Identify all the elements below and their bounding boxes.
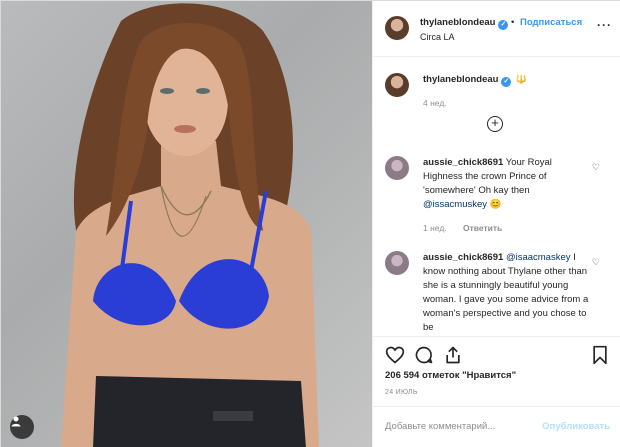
photo-illustration — [61, 3, 319, 447]
comment-1-time[interactable]: 1 нед. — [423, 223, 447, 233]
more-icon[interactable]: ··· — [597, 18, 612, 32]
comment-2-username[interactable]: aussie_chick8691 — [423, 252, 503, 263]
comment-input[interactable]: Добавьте комментарий... — [385, 421, 495, 432]
follow-button[interactable]: Подписаться — [520, 17, 582, 28]
caption-avatar[interactable] — [385, 73, 409, 97]
comment-1-heart-icon[interactable]: ♡ — [592, 162, 600, 173]
separator-dot: • — [511, 17, 515, 28]
comment-avatar[interactable] — [385, 156, 409, 180]
like-heart-icon[interactable] — [385, 345, 405, 365]
header-username-text[interactable]: thylaneblondeau — [420, 17, 495, 28]
post-date[interactable]: 24 ИЮЛЬ — [385, 389, 418, 396]
comment-2: aussie_chick8691 @isaacmaskey I know not… — [423, 251, 591, 335]
load-more-comments-icon[interactable]: + — [487, 116, 503, 132]
like-count[interactable]: 206 594 отметок "Нравится" — [385, 370, 516, 381]
verified-icon: ✓ — [498, 20, 509, 30]
post-photo[interactable] — [1, 1, 372, 447]
share-icon[interactable] — [443, 345, 463, 365]
comment-2-mention[interactable]: @isaacmaskey — [506, 252, 571, 263]
caption-time[interactable]: 4 нед. — [423, 98, 447, 108]
comment-avatar[interactable] — [385, 251, 409, 275]
trident-emoji: 🔱 — [515, 74, 527, 84]
comment-1-emoji: 😊 — [489, 199, 502, 210]
comment-2-text: I know nothing about Thylane other than … — [423, 252, 589, 333]
verified-icon: ✓ — [501, 77, 512, 87]
add-comment-bar: Добавьте комментарий... Опубликовать — [373, 406, 620, 447]
user-tag-icon[interactable] — [10, 415, 34, 439]
comment-1: aussie_chick8691 Your Royal Highness the… — [423, 156, 591, 212]
bookmark-icon[interactable] — [590, 345, 610, 365]
avatar[interactable] — [385, 16, 409, 40]
caption-username[interactable]: thylaneblondeau ✓ 🔱 — [423, 74, 527, 87]
post-comment-button[interactable]: Опубликовать — [542, 421, 610, 432]
comments-list: thylaneblondeau ✓ 🔱 4 нед. + aussie_chick8… — [373, 58, 620, 336]
post-sidebar: thylaneblondeau ✓ • Подписаться Circa LA … — [372, 1, 620, 447]
comment-1-mention[interactable]: @issacmuskey — [423, 199, 487, 210]
caption-username-text[interactable]: thylaneblondeau — [423, 74, 498, 85]
post-modal: thylaneblondeau ✓ • Подписаться Circa LA … — [0, 0, 620, 447]
post-header: thylaneblondeau ✓ • Подписаться Circa LA … — [373, 1, 620, 57]
comment-2-heart-icon[interactable]: ♡ — [592, 257, 600, 268]
header-username[interactable]: thylaneblondeau ✓ — [420, 17, 509, 30]
comment-icon[interactable] — [414, 345, 434, 365]
location-link[interactable]: Circa LA — [420, 32, 455, 42]
comment-1-reply-button[interactable]: Ответить — [463, 223, 502, 233]
comment-1-username[interactable]: aussie_chick8691 — [423, 157, 503, 168]
